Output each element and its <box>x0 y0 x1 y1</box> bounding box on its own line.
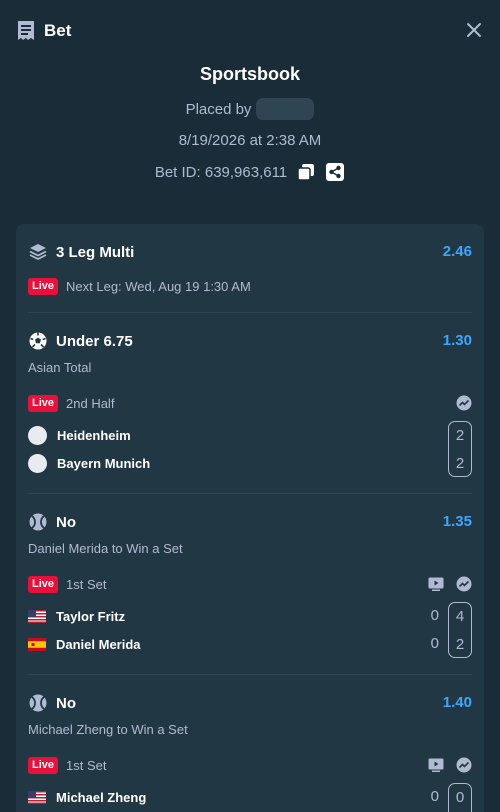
period-text: 1st Set <box>66 576 107 592</box>
live-badge: Live <box>28 394 59 412</box>
stats-icon[interactable] <box>456 757 472 773</box>
placed-by: Placed by <box>0 98 500 120</box>
stats-icon[interactable] <box>456 576 472 592</box>
divider <box>28 312 472 313</box>
bet-id-row: Bet ID: 639,963,611 <box>0 161 500 183</box>
spain-flag-icon <box>28 637 46 651</box>
bet-card: 3 Leg Multi 2.46 Live Next Leg: Wed, Aug… <box>16 224 484 812</box>
bet-header: Bet <box>0 0 500 60</box>
player-name: Michael Zheng <box>56 789 147 805</box>
score: 2 <box>455 455 465 472</box>
score: 4 <box>455 608 465 625</box>
leg-title-row: No <box>28 511 472 533</box>
multi-odds: 2.46 <box>442 243 472 260</box>
copy-icon[interactable] <box>296 162 316 182</box>
leg-market: Daniel Merida to Win a Set <box>28 540 183 556</box>
sets-won: 0 <box>430 635 439 652</box>
score: 2 <box>455 636 465 653</box>
period-text: 1st Set <box>66 757 107 773</box>
player-row: Daniel Merida <box>28 633 472 655</box>
multi-title: 3 Leg Multi <box>56 243 135 261</box>
soccer-ball-icon <box>29 332 47 350</box>
score-box: 4 2 <box>448 602 472 658</box>
leg-market: Michael Zheng to Win a Set <box>28 721 188 737</box>
leg-status-row: Live 2nd Half <box>28 394 472 412</box>
team-row: Bayern Munich <box>28 452 472 474</box>
player-name: Daniel Merida <box>56 636 141 652</box>
score: 0 <box>455 789 465 806</box>
leg-odds: 1.35 <box>442 513 472 530</box>
player-name: Taylor Fritz <box>56 608 126 624</box>
usa-flag-icon <box>28 609 46 623</box>
next-leg-text: Next Leg: Wed, Aug 19 1:30 AM <box>66 278 251 294</box>
bet-source: Sportsbook <box>199 64 300 84</box>
period-text: 2nd Half <box>66 395 115 411</box>
score-box: 0 <box>448 783 472 812</box>
divider <box>28 674 472 675</box>
live-badge: Live <box>28 575 59 593</box>
modal-title: Bet <box>44 21 72 40</box>
sets-won: 0 <box>430 788 439 805</box>
next-leg-row: Live Next Leg: Wed, Aug 19 1:30 AM <box>28 277 472 295</box>
leg-title-row: Under 6.75 <box>28 330 472 352</box>
score-box: 2 2 <box>448 421 472 477</box>
leg-title-row: No <box>28 692 472 714</box>
tennis-ball-icon <box>29 694 47 712</box>
leg-selection: Under 6.75 <box>56 332 133 350</box>
leg-selection: No <box>56 513 76 531</box>
leg-odds: 1.40 <box>442 694 472 711</box>
team-logo <box>28 425 47 445</box>
live-stream-icon[interactable] <box>428 576 444 592</box>
bet-id: Bet ID: 639,963,611 <box>154 163 288 181</box>
player-row: Michael Zheng <box>28 786 472 808</box>
leg-selection: No <box>56 694 76 712</box>
score: 2 <box>455 427 465 444</box>
live-stream-icon[interactable] <box>428 757 444 773</box>
leg-market: Asian Total <box>28 359 92 375</box>
live-badge: Live <box>28 277 59 295</box>
layers-icon <box>29 244 47 261</box>
bet-date: 8/19/2026 at 2:38 AM <box>178 132 322 149</box>
share-icon[interactable] <box>325 162 345 182</box>
stats-icon[interactable] <box>456 395 472 411</box>
leg-status-row: Live 1st Set <box>28 756 472 774</box>
leg-status-row: Live 1st Set <box>28 575 472 593</box>
team-logo <box>28 453 47 473</box>
team-name: Bayern Munich <box>57 455 151 471</box>
username-hidden[interactable] <box>256 98 315 120</box>
betslip-icon <box>18 21 34 40</box>
multi-title-row: 3 Leg Multi <box>28 241 472 263</box>
leg-odds: 1.30 <box>442 332 472 349</box>
tennis-ball-icon <box>29 513 47 531</box>
live-badge: Live <box>28 756 59 774</box>
team-name: Heidenheim <box>57 427 131 443</box>
player-row: Taylor Fritz <box>28 605 472 627</box>
sets-won: 0 <box>430 607 439 624</box>
team-row: Heidenheim <box>28 424 472 446</box>
usa-flag-icon <box>28 790 46 804</box>
divider <box>28 493 472 494</box>
placed-by-label: Placed by <box>185 100 252 118</box>
close-icon[interactable] <box>464 20 484 40</box>
